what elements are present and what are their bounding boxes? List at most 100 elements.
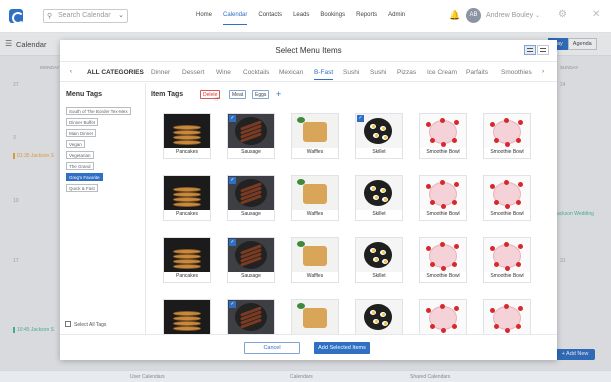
menu-item-card[interactable]: Skillet	[355, 175, 403, 221]
menu-tag-selected[interactable]: Greg's Favorite	[66, 173, 103, 181]
tab-pizzas[interactable]: Pizzas	[397, 69, 416, 76]
smoothie-photo	[420, 114, 466, 148]
select-all-tags-checkbox[interactable]: Select All Tags	[65, 321, 106, 328]
chevron-right-icon[interactable]: ›	[542, 69, 544, 75]
nav-calendar[interactable]: Calendar	[223, 12, 248, 25]
nav-admin[interactable]: Admin	[388, 12, 405, 25]
menu-item-name: Waffles	[306, 149, 324, 155]
menu-item-card[interactable]: Skillet	[355, 237, 403, 283]
smoothie-photo	[484, 300, 530, 334]
menu-item-card[interactable]: ✓ Skillet	[355, 113, 403, 159]
menu-item-card[interactable]: Smoothie Bowl	[483, 113, 531, 159]
tab-dessert[interactable]: Dessert	[182, 69, 204, 76]
shared-calendars-tab[interactable]: Shared Calendars	[410, 374, 450, 380]
menu-tag[interactable]: Main Dinner	[66, 129, 97, 137]
checkmark-icon[interactable]: ✓	[229, 115, 236, 122]
menu-tag[interactable]: Vegetarian	[66, 151, 94, 159]
menu-item-name: Waffles	[306, 273, 324, 279]
cancel-button[interactable]: Cancel	[244, 342, 300, 354]
add-selected-items-button[interactable]: Add Selected Items	[314, 342, 370, 354]
calendars-label[interactable]: Calendars	[290, 374, 313, 380]
user-calendars-tab[interactable]: User Calendars	[130, 374, 165, 380]
tab-all-categories[interactable]: ALL CATEGORIES	[87, 69, 144, 76]
menu-item-card[interactable]: Pancakes	[163, 113, 211, 159]
main-nav: Home Calendar Contacts Leads Bookings Re…	[196, 12, 416, 25]
menu-item-name: Waffles	[306, 211, 324, 217]
menu-item-card[interactable]: ✓Sausage	[227, 237, 275, 283]
avatar[interactable]: AB	[466, 8, 481, 23]
checkbox-icon[interactable]	[65, 321, 71, 327]
menu-item-card[interactable]: Waffles	[291, 299, 339, 334]
tab-b-fast[interactable]: B-Fast	[314, 69, 334, 80]
menu-item-card[interactable]: Pancakes	[163, 299, 211, 334]
item-tag-meat[interactable]: Meat	[229, 90, 247, 99]
menu-item-card[interactable]: Waffles	[291, 175, 339, 221]
menu-item-card[interactable]: Smoothie Bowl	[419, 175, 467, 221]
tab-mexican[interactable]: Mexican	[279, 69, 303, 76]
menu-item-card[interactable]: ✓Sausage	[227, 299, 275, 334]
user-menu-chevron-icon[interactable]: ⌄	[535, 12, 540, 19]
tab-sushi[interactable]: Sushi	[343, 69, 359, 76]
grid-view-icon[interactable]	[524, 45, 536, 55]
search-icon: ⚲	[47, 13, 53, 20]
menu-item-card[interactable]: Smoothie Bowl	[419, 237, 467, 283]
gear-icon[interactable]: ⚙	[558, 9, 567, 20]
menu-item-card[interactable]: Smoothie Bowl	[483, 237, 531, 283]
menu-tag[interactable]: Vegan	[66, 140, 85, 148]
skillet-photo	[356, 300, 402, 334]
notification-bell-icon[interactable]: 🔔	[449, 10, 460, 21]
menu-item-name: Skillet	[372, 149, 386, 155]
menu-item-name: Smoothie Bowl	[426, 149, 460, 155]
menu-item-card[interactable]: Smoothie Bowl	[419, 299, 467, 334]
menu-item-card[interactable]: Smoothie Bowl	[419, 113, 467, 159]
waffle-photo	[292, 114, 338, 148]
menu-item-name: Smoothie Bowl	[426, 211, 460, 217]
top-navigation-bar: ⚲ Search Calendar ⌄ Home Calendar Contac…	[0, 0, 611, 33]
close-icon[interactable]: ✕	[592, 9, 600, 20]
item-tag-eggs[interactable]: Eggs	[252, 90, 270, 99]
menu-tag[interactable]: Quick & Fast	[66, 184, 98, 192]
nav-leads[interactable]: Leads	[293, 12, 309, 25]
chevron-left-icon[interactable]: ‹	[70, 69, 72, 75]
modal-footer: Cancel Add Selected Items	[60, 334, 557, 360]
checkmark-icon[interactable]: ✓	[357, 115, 364, 122]
pointer-cursor-icon: ☞	[214, 96, 221, 103]
nav-home[interactable]: Home	[196, 12, 212, 25]
menu-item-card[interactable]: Waffles	[291, 113, 339, 159]
menu-item-card[interactable]: Smoothie Bowl	[483, 175, 531, 221]
smoothie-photo	[484, 114, 530, 148]
add-tag-button[interactable]: +	[276, 89, 281, 99]
menu-item-card[interactable]: Waffles	[291, 237, 339, 283]
checkmark-icon[interactable]: ✓	[229, 301, 236, 308]
nav-bookings[interactable]: Bookings	[320, 12, 345, 25]
menu-item-card[interactable]: Pancakes	[163, 237, 211, 283]
tab-dinner[interactable]: Dinner	[151, 69, 170, 76]
list-view-icon[interactable]	[537, 45, 549, 55]
menu-tag[interactable]: South of The Border Tex-Mex	[66, 107, 131, 115]
user-name[interactable]: Andrew Bouley	[486, 12, 533, 19]
search-calendar-input[interactable]: ⚲ Search Calendar ⌄	[43, 9, 128, 23]
tab-parfaits[interactable]: Parfaits	[466, 69, 488, 76]
tab-wine[interactable]: Wine	[216, 69, 231, 76]
menu-item-name: Pancakes	[176, 211, 198, 217]
tab-cocktails[interactable]: Cocktails	[243, 69, 269, 76]
menu-item-card[interactable]: Pancakes	[163, 175, 211, 221]
chevron-down-icon[interactable]: ⌄	[118, 11, 124, 19]
checkmark-icon[interactable]: ✓	[229, 239, 236, 246]
modal-title: Select Menu Items	[60, 40, 557, 62]
menu-item-card[interactable]: Skillet	[355, 299, 403, 334]
tab-sushi-2[interactable]: Sushi	[370, 69, 386, 76]
menu-item-card[interactable]: ✓Sausage	[227, 175, 275, 221]
waffle-photo	[292, 176, 338, 210]
menu-tag[interactable]: The Grand	[66, 162, 94, 170]
tab-smoothies[interactable]: Smoothies	[501, 69, 532, 76]
menu-item-name: Smoothie Bowl	[426, 273, 460, 279]
menu-item-card[interactable]: Smoothie Bowl	[483, 299, 531, 334]
nav-reports[interactable]: Reports	[356, 12, 377, 25]
menu-item-card[interactable]: ✓Sausage	[227, 113, 275, 159]
app-logo-icon[interactable]	[9, 9, 24, 24]
nav-contacts[interactable]: Contacts	[258, 12, 282, 25]
tab-ice-cream[interactable]: Ice Cream	[427, 69, 457, 76]
menu-tag[interactable]: Dinner Buffet	[66, 118, 99, 126]
checkmark-icon[interactable]: ✓	[229, 177, 236, 184]
